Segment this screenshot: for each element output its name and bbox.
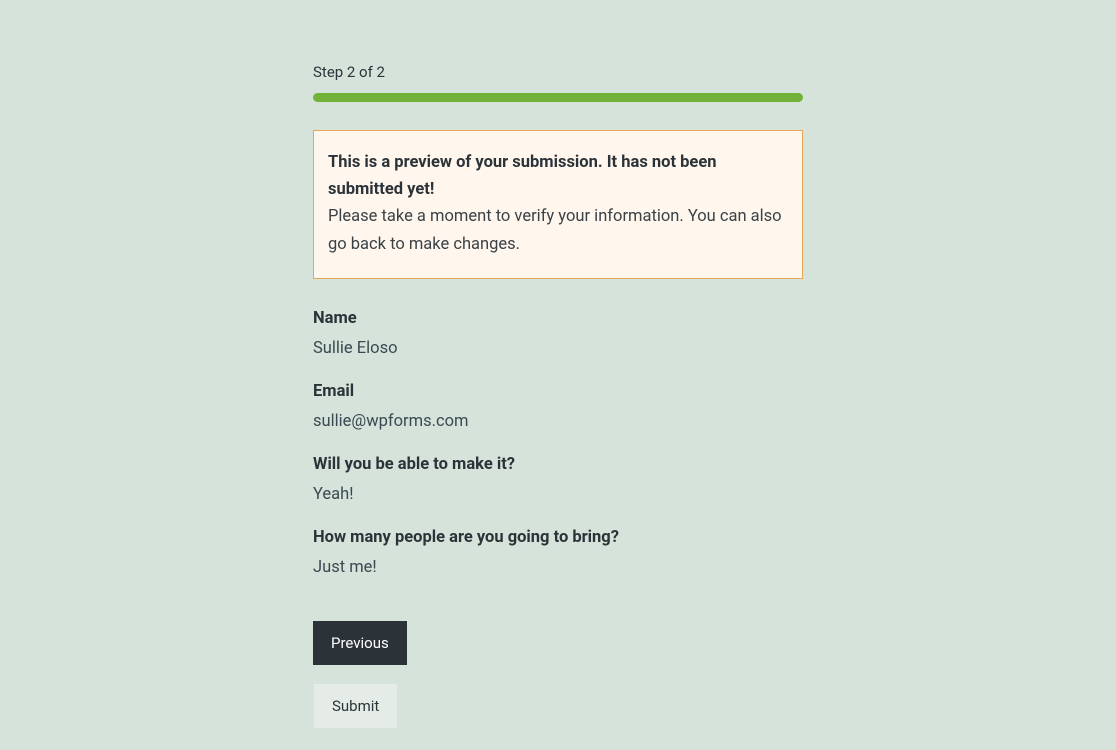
- notice-description: Please take a moment to verify your info…: [328, 203, 788, 257]
- notice-title: This is a preview of your submission. It…: [328, 149, 788, 203]
- field-guests-value: Just me!: [313, 558, 377, 577]
- field-attendance-label: Will you be able to make it?: [313, 455, 803, 474]
- button-row: Previous Submit: [313, 621, 803, 747]
- field-email-label: Email: [313, 382, 803, 401]
- field-name: Name Sullie Eloso: [313, 309, 803, 358]
- preview-notice: This is a preview of your submission. It…: [313, 130, 803, 279]
- field-name-label: Name: [313, 309, 803, 328]
- progress-bar: [313, 93, 803, 102]
- submit-button[interactable]: Submit: [313, 683, 398, 729]
- field-guests: How many people are you going to bring? …: [313, 528, 803, 577]
- field-guests-label: How many people are you going to bring?: [313, 528, 803, 547]
- step-indicator: Step 2 of 2: [313, 63, 803, 81]
- field-email: Email sullie@wpforms.com: [313, 382, 803, 431]
- field-attendance: Will you be able to make it? Yeah!: [313, 455, 803, 504]
- field-email-value: sullie@wpforms.com: [313, 412, 468, 431]
- form-preview-container: Step 2 of 2 This is a preview of your su…: [313, 63, 803, 750]
- previous-button[interactable]: Previous: [313, 621, 407, 665]
- field-name-value: Sullie Eloso: [313, 339, 398, 358]
- field-attendance-value: Yeah!: [313, 485, 353, 504]
